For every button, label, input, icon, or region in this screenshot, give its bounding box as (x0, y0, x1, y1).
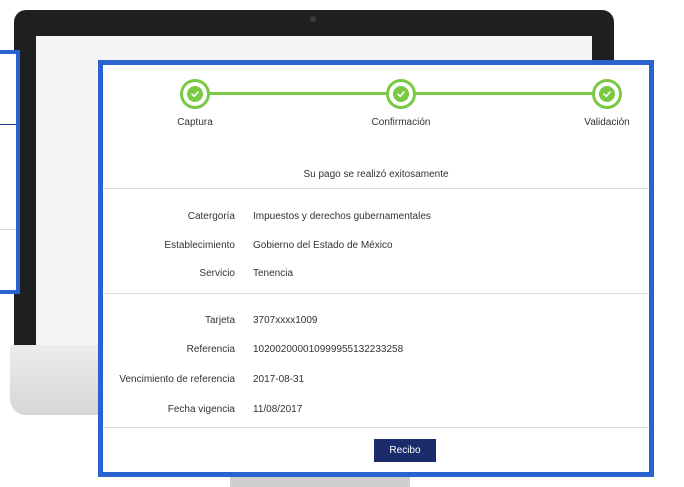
detail-value: 2017-08-31 (253, 374, 305, 385)
divider (103, 188, 649, 189)
step-label-confirmacion: Confirmación (371, 117, 431, 128)
step-confirmacion-indicator (386, 79, 416, 109)
check-icon (599, 86, 615, 102)
receipt-button[interactable]: Recibo (374, 439, 436, 462)
stepper-connector (209, 92, 389, 95)
stepper-connector (415, 92, 595, 95)
divider (103, 427, 649, 428)
camera-dot (310, 16, 316, 22)
success-message: Su pago se realizó exitosamente (303, 169, 449, 180)
detail-row-reference-expiry: Vencimiento de referencia 2017-08-31 (103, 374, 649, 388)
detail-label: Establecimiento (164, 240, 235, 251)
detail-row-card: Tarjeta 3707xxxx1009 (103, 315, 649, 329)
detail-label: Referencia (186, 344, 235, 355)
detail-value: 10200200001099995513223325‌8 (253, 344, 404, 355)
check-icon (187, 86, 203, 102)
step-label-captura: Captura (177, 117, 213, 128)
step-captura-indicator (180, 79, 210, 109)
detail-label: Fecha vigencia (167, 404, 235, 415)
detail-value: 3707xxxx1009 (253, 315, 318, 326)
detail-value: Tenencia (253, 268, 294, 279)
step-label-validacion: Validación (584, 117, 630, 128)
detail-label: Servicio (199, 268, 235, 279)
detail-row-reference: Referencia 10200200001099995513223325‌8 (103, 344, 649, 358)
background-card (0, 50, 20, 294)
detail-row-establishment: Establecimiento Gobierno del Estado de M… (103, 240, 649, 254)
detail-label: Catergoría (187, 211, 235, 222)
detail-row-validity-date: Fecha vigencia 11/08/2017 (103, 404, 649, 418)
divider (103, 293, 649, 294)
detail-row-service: Servicio Tenencia (103, 268, 649, 282)
detail-value: 11/08/2017 (253, 404, 303, 415)
divider (0, 124, 16, 125)
payment-confirmation-card: Captura Confirmación Validación Su pago … (98, 60, 654, 477)
check-icon (393, 86, 409, 102)
divider (0, 229, 16, 230)
detail-label: Vencimiento de referencia (119, 374, 235, 385)
step-validacion-indicator (592, 79, 622, 109)
detail-value: Impuestos y derechos gubernamentales (253, 211, 431, 222)
detail-label: Tarjeta (204, 315, 235, 326)
detail-value: Gobierno del Estado de México (253, 240, 393, 251)
detail-row-category: Catergoría Impuestos y derechos gubernam… (103, 211, 649, 225)
progress-stepper: Captura Confirmación Validación (103, 65, 649, 140)
